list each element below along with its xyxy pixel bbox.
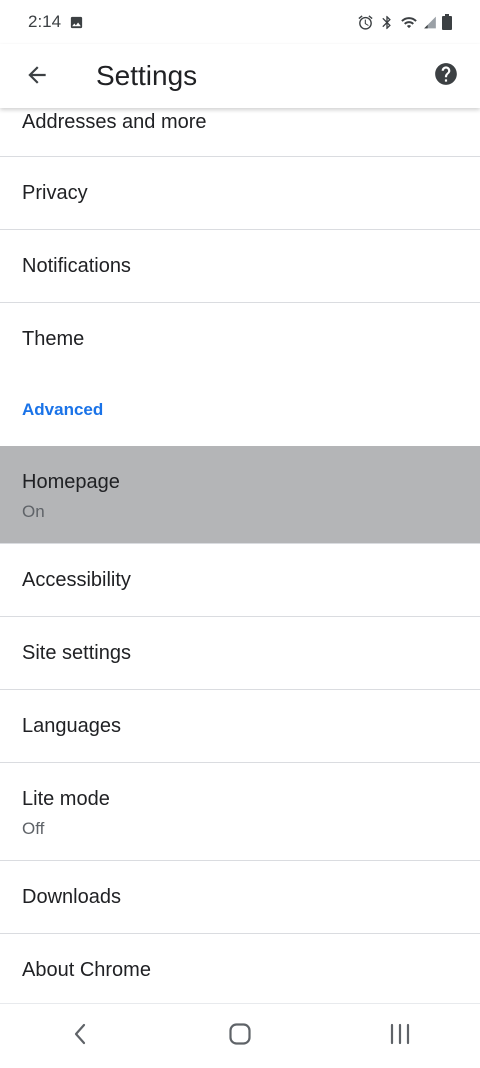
nav-back-button[interactable]	[40, 1004, 120, 1068]
section-header-label: Advanced	[22, 400, 104, 419]
nav-back-icon	[72, 1022, 88, 1051]
settings-item-label: Privacy	[22, 182, 88, 204]
system-nav-bar	[0, 1003, 480, 1068]
settings-item-privacy[interactable]: Privacy	[0, 157, 480, 230]
settings-item-label: Theme	[22, 328, 85, 350]
bluetooth-icon	[379, 14, 395, 31]
status-left: 2:14	[28, 12, 84, 32]
nav-home-button[interactable]	[200, 1004, 280, 1068]
help-icon	[433, 61, 459, 92]
settings-item-label: Downloads	[22, 886, 121, 908]
status-right	[357, 14, 452, 31]
settings-item-languages[interactable]: Languages	[0, 690, 480, 763]
settings-item-status: Off	[22, 819, 45, 838]
page-title: Settings	[96, 60, 198, 91]
app-bar: Settings	[0, 44, 480, 108]
settings-item-label: Site settings	[22, 642, 131, 664]
settings-item-label: Languages	[22, 715, 121, 737]
signal-icon	[423, 15, 437, 30]
settings-item-about-chrome[interactable]: About Chrome	[0, 934, 480, 1007]
back-arrow-icon	[24, 62, 50, 93]
battery-icon	[442, 14, 452, 30]
settings-item-label: Homepage	[22, 471, 120, 493]
settings-item-addresses[interactable]: Addresses and more	[0, 108, 480, 157]
settings-item-homepage[interactable]: Homepage On	[0, 446, 480, 544]
section-header-advanced: Advanced	[0, 376, 480, 446]
settings-item-site-settings[interactable]: Site settings	[0, 617, 480, 690]
image-icon	[69, 15, 84, 30]
settings-item-lite-mode[interactable]: Lite mode Off	[0, 763, 480, 861]
nav-recents-icon	[388, 1022, 412, 1051]
settings-item-label: Lite mode	[22, 788, 110, 810]
settings-item-label: Addresses and more	[22, 111, 207, 133]
nav-home-icon	[228, 1022, 252, 1051]
alarm-icon	[357, 14, 374, 31]
settings-item-label: About Chrome	[22, 959, 151, 981]
back-button[interactable]	[18, 58, 56, 96]
settings-item-accessibility[interactable]: Accessibility	[0, 544, 480, 617]
settings-item-label: Notifications	[22, 255, 131, 277]
settings-item-downloads[interactable]: Downloads	[0, 861, 480, 934]
help-button[interactable]	[430, 60, 462, 92]
settings-item-status: On	[22, 502, 45, 521]
nav-recents-button[interactable]	[360, 1004, 440, 1068]
settings-item-theme[interactable]: Theme	[0, 303, 480, 376]
wifi-icon	[400, 14, 418, 31]
settings-item-label: Accessibility	[22, 569, 131, 591]
status-bar: 2:14	[0, 0, 480, 44]
settings-item-notifications[interactable]: Notifications	[0, 230, 480, 303]
status-time: 2:14	[28, 12, 62, 31]
settings-list: Addresses and more Privacy Notifications…	[0, 108, 480, 1007]
